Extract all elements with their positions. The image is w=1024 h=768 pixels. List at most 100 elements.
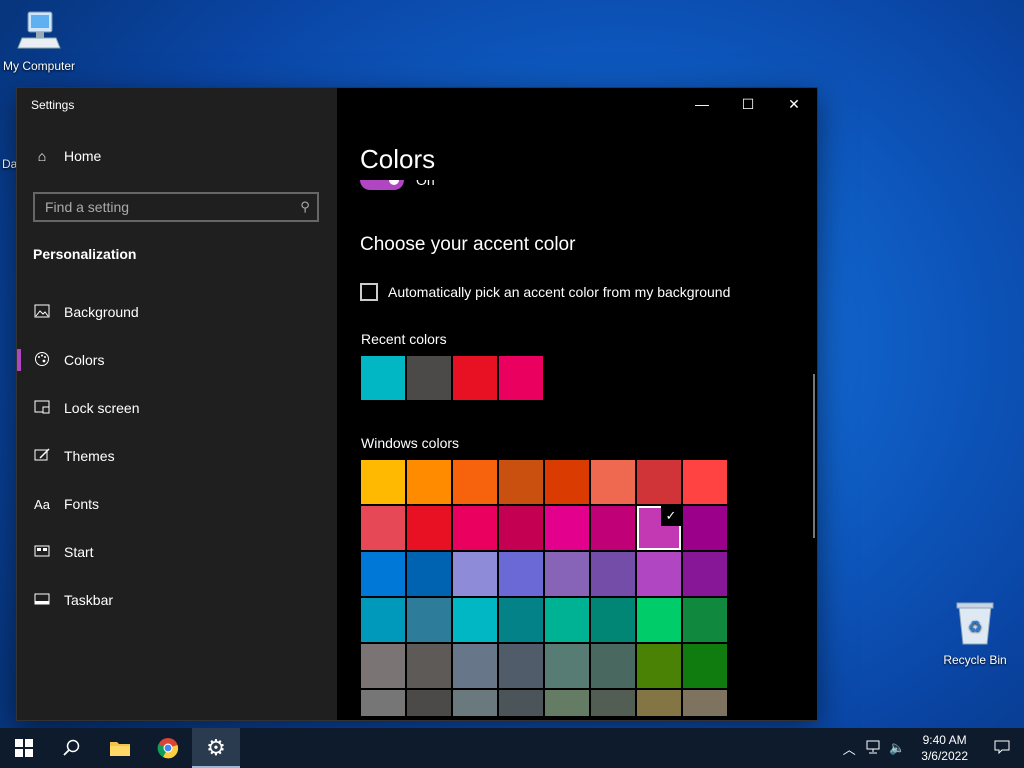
window-title: Settings	[31, 98, 75, 112]
windows-color-swatch[interactable]	[361, 552, 405, 596]
content-scrollbar[interactable]	[813, 374, 815, 538]
recycle-bin-desktop-icon[interactable]: ♻ Recycle Bin	[930, 600, 1020, 667]
nav-item-background[interactable]: Background	[17, 288, 337, 336]
windows-color-swatch[interactable]	[453, 598, 497, 642]
windows-color-swatch[interactable]	[407, 644, 451, 688]
chevron-up-icon[interactable]: ︿	[837, 739, 861, 758]
windows-color-swatch[interactable]	[361, 644, 405, 688]
windows-color-swatch[interactable]	[407, 552, 451, 596]
partial-desktop-label: Da	[2, 157, 18, 171]
windows-color-swatch[interactable]	[545, 690, 589, 716]
windows-colors-grid: ✓	[361, 460, 727, 716]
taskbar-search-button[interactable]	[48, 728, 96, 768]
windows-color-swatch[interactable]	[683, 460, 727, 504]
search-icon	[63, 739, 80, 756]
windows-color-swatch[interactable]	[453, 552, 497, 596]
windows-color-swatch[interactable]	[591, 552, 635, 596]
windows-color-swatch[interactable]	[545, 460, 589, 504]
computer-icon	[0, 8, 84, 57]
nav-home-label: Home	[64, 148, 102, 164]
nav-item-start[interactable]: Start	[17, 528, 337, 576]
windows-color-swatch[interactable]	[591, 690, 635, 716]
auto-pick-checkbox[interactable]	[360, 283, 378, 301]
recent-color-swatch[interactable]	[361, 356, 405, 400]
toggle-switch[interactable]	[360, 180, 404, 190]
recent-color-swatch[interactable]	[499, 356, 543, 400]
nav-home[interactable]: ⌂ Home	[33, 148, 102, 164]
windows-color-swatch[interactable]	[545, 552, 589, 596]
auto-pick-row[interactable]: Automatically pick an accent color from …	[360, 283, 730, 301]
windows-color-swatch[interactable]	[637, 690, 681, 716]
windows-color-swatch[interactable]	[499, 552, 543, 596]
windows-color-swatch[interactable]	[591, 598, 635, 642]
windows-color-swatch[interactable]	[683, 598, 727, 642]
palette-icon	[33, 351, 51, 370]
transparency-toggle-row: On	[360, 180, 560, 194]
nav-item-fonts[interactable]: Aa Fonts	[17, 480, 337, 528]
search-box[interactable]: Find a setting ⚲	[33, 192, 319, 222]
windows-color-swatch[interactable]	[499, 690, 543, 716]
recent-colors-grid	[361, 356, 543, 400]
windows-color-swatch[interactable]	[407, 690, 451, 716]
windows-color-swatch[interactable]	[499, 598, 543, 642]
volume-icon[interactable]: 🔈	[885, 740, 909, 756]
search-icon[interactable]: ⚲	[293, 199, 317, 215]
file-explorer-button[interactable]	[96, 728, 144, 768]
windows-color-swatch[interactable]	[637, 644, 681, 688]
windows-color-swatch[interactable]	[407, 460, 451, 504]
windows-color-swatch[interactable]	[499, 460, 543, 504]
lock-screen-icon	[33, 400, 51, 417]
windows-color-swatch[interactable]	[453, 506, 497, 550]
windows-color-swatch[interactable]	[453, 690, 497, 716]
my-computer-desktop-icon[interactable]: My Computer	[0, 8, 84, 73]
windows-color-swatch[interactable]	[545, 644, 589, 688]
themes-icon	[33, 447, 51, 465]
windows-color-swatch[interactable]	[591, 506, 635, 550]
clock[interactable]: 9:40 AM 3/6/2022	[909, 732, 980, 764]
network-icon[interactable]	[861, 740, 885, 757]
windows-color-swatch[interactable]	[407, 506, 451, 550]
gear-icon: ⚙	[206, 735, 226, 760]
auto-pick-label: Automatically pick an accent color from …	[388, 284, 731, 300]
windows-color-swatch[interactable]	[545, 598, 589, 642]
windows-color-swatch[interactable]	[683, 552, 727, 596]
recent-color-swatch[interactable]	[407, 356, 451, 400]
recent-color-swatch[interactable]	[453, 356, 497, 400]
start-button[interactable]	[0, 728, 48, 768]
nav-item-taskbar[interactable]: Taskbar	[17, 576, 337, 624]
windows-color-swatch[interactable]	[637, 552, 681, 596]
windows-color-swatch[interactable]	[407, 598, 451, 642]
windows-color-swatch[interactable]	[637, 598, 681, 642]
nav-item-themes[interactable]: Themes	[17, 432, 337, 480]
recent-colors-label: Recent colors	[361, 331, 447, 347]
windows-color-swatch[interactable]	[361, 690, 405, 716]
notification-icon[interactable]	[980, 740, 1024, 757]
windows-color-swatch[interactable]	[499, 506, 543, 550]
windows-color-swatch[interactable]	[683, 690, 727, 716]
windows-color-swatch[interactable]	[683, 644, 727, 688]
windows-color-swatch[interactable]	[361, 506, 405, 550]
windows-color-swatch[interactable]	[591, 644, 635, 688]
chrome-button[interactable]	[144, 728, 192, 768]
search-input[interactable]: Find a setting	[35, 199, 293, 215]
windows-color-swatch[interactable]	[637, 460, 681, 504]
windows-color-swatch[interactable]	[453, 460, 497, 504]
windows-color-swatch[interactable]	[453, 644, 497, 688]
windows-color-swatch[interactable]	[361, 460, 405, 504]
windows-color-swatch[interactable]	[683, 506, 727, 550]
recycle-bin-label: Recycle Bin	[943, 653, 1007, 667]
nav-item-label: Colors	[64, 352, 105, 368]
nav-item-lock-screen[interactable]: Lock screen	[17, 384, 337, 432]
windows-color-swatch[interactable]: ✓	[637, 506, 681, 550]
windows-color-swatch[interactable]	[591, 460, 635, 504]
windows-color-swatch[interactable]	[499, 644, 543, 688]
nav-item-colors[interactable]: Colors	[17, 336, 337, 384]
taskbar: ⚙ ︿ 🔈 9:40 AM 3/6/2022	[0, 728, 1024, 768]
windows-color-swatch[interactable]	[361, 598, 405, 642]
checkmark-icon: ✓	[661, 506, 681, 526]
settings-sidebar: Settings ⌂ Home Find a setting ⚲ Persona…	[17, 88, 337, 720]
windows-color-swatch[interactable]	[545, 506, 589, 550]
toggle-label: On	[416, 180, 435, 188]
start-icon	[33, 545, 51, 560]
settings-taskbar-button[interactable]: ⚙	[192, 728, 240, 768]
